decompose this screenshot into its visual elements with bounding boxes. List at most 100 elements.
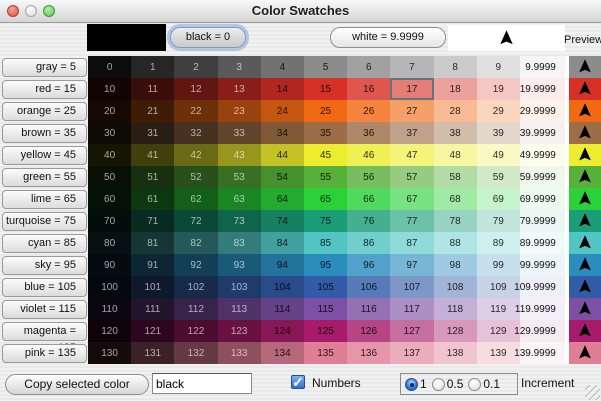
swatch-cell-112[interactable]: 112 [174,298,217,320]
swatch-cell-61[interactable]: 61 [131,188,174,210]
title-bar[interactable]: Color Swatches [0,0,601,23]
swatch-cell-37[interactable]: 37 [390,122,433,144]
swatch-cell-91[interactable]: 91 [131,254,174,276]
swatch-cell-12[interactable]: 12 [174,78,217,100]
swatch-cell-139.9999[interactable]: 139.9999 [520,342,565,364]
swatch-cell-89[interactable]: 89 [477,232,520,254]
swatch-cell-52[interactable]: 52 [174,166,217,188]
copy-selected-color-button[interactable]: Copy selected color [5,374,149,395]
swatch-cell-119[interactable]: 119 [477,298,520,320]
swatch-cell-58[interactable]: 58 [434,166,477,188]
swatch-cell-84[interactable]: 84 [261,232,304,254]
swatch-cell-47[interactable]: 47 [390,144,433,166]
swatch-cell-128[interactable]: 128 [434,320,477,342]
swatch-cell-16[interactable]: 16 [347,78,390,100]
swatch-cell-4[interactable]: 4 [261,56,304,78]
swatch-cell-98[interactable]: 98 [434,254,477,276]
swatch-cell-96[interactable]: 96 [347,254,390,276]
swatch-cell-22[interactable]: 22 [174,100,217,122]
swatch-cell-80[interactable]: 80 [88,232,131,254]
swatch-cell-83[interactable]: 83 [218,232,261,254]
swatch-cell-60[interactable]: 60 [88,188,131,210]
hue-button-magenta[interactable]: magenta = 125 [2,322,87,341]
swatch-cell-14[interactable]: 14 [261,78,304,100]
swatch-cell-62[interactable]: 62 [174,188,217,210]
swatch-cell-18[interactable]: 18 [434,78,477,100]
swatch-cell-41[interactable]: 41 [131,144,174,166]
swatch-cell-133[interactable]: 133 [218,342,261,364]
swatch-cell-132[interactable]: 132 [174,342,217,364]
swatch-cell-102[interactable]: 102 [174,276,217,298]
swatch-cell-34[interactable]: 34 [261,122,304,144]
swatch-cell-67[interactable]: 67 [390,188,433,210]
swatch-cell-19[interactable]: 19 [477,78,520,100]
hue-button-violet[interactable]: violet = 115 [2,300,87,319]
swatch-cell-90[interactable]: 90 [88,254,131,276]
swatch-cell-5[interactable]: 5 [304,56,347,78]
swatch-cell-24[interactable]: 24 [261,100,304,122]
swatch-cell-105[interactable]: 105 [304,276,347,298]
swatch-cell-82[interactable]: 82 [174,232,217,254]
hue-button-green[interactable]: green = 55 [2,168,87,187]
swatch-cell-124[interactable]: 124 [261,320,304,342]
swatch-cell-23[interactable]: 23 [218,100,261,122]
swatch-cell-115[interactable]: 115 [304,298,347,320]
swatch-cell-97[interactable]: 97 [390,254,433,276]
swatch-cell-31[interactable]: 31 [131,122,174,144]
swatch-cell-138[interactable]: 138 [434,342,477,364]
swatch-cell-56[interactable]: 56 [347,166,390,188]
black-button[interactable]: black = 0 [170,27,246,48]
swatch-cell-87[interactable]: 87 [390,232,433,254]
resize-grip[interactable] [585,385,600,400]
swatch-cell-51[interactable]: 51 [131,166,174,188]
swatch-cell-13[interactable]: 13 [218,78,261,100]
swatch-cell-9[interactable]: 9 [477,56,520,78]
swatch-cell-122[interactable]: 122 [174,320,217,342]
swatch-cell-50[interactable]: 50 [88,166,131,188]
swatch-cell-29[interactable]: 29 [477,100,520,122]
swatch-cell-9.9999[interactable]: 9.9999 [520,56,565,78]
selected-color-field[interactable] [152,373,252,394]
swatch-cell-64[interactable]: 64 [261,188,304,210]
swatch-cell-20[interactable]: 20 [88,100,131,122]
swatch-cell-26[interactable]: 26 [347,100,390,122]
swatch-cell-30[interactable]: 30 [88,122,131,144]
swatch-cell-19.9999[interactable]: 19.9999 [520,78,565,100]
swatch-cell-29.9999[interactable]: 29.9999 [520,100,565,122]
white-button[interactable]: white = 9.9999 [330,27,446,48]
swatch-cell-21[interactable]: 21 [131,100,174,122]
swatch-cell-71[interactable]: 71 [131,210,174,232]
swatch-cell-129.9999[interactable]: 129.9999 [520,320,565,342]
swatch-cell-118[interactable]: 118 [434,298,477,320]
swatch-cell-45[interactable]: 45 [304,144,347,166]
swatch-cell-43[interactable]: 43 [218,144,261,166]
swatch-cell-35[interactable]: 35 [304,122,347,144]
swatch-cell-95[interactable]: 95 [304,254,347,276]
swatch-cell-54[interactable]: 54 [261,166,304,188]
swatch-cell-86[interactable]: 86 [347,232,390,254]
swatch-cell-123[interactable]: 123 [218,320,261,342]
swatch-cell-70[interactable]: 70 [88,210,131,232]
swatch-cell-53[interactable]: 53 [218,166,261,188]
swatch-cell-92[interactable]: 92 [174,254,217,276]
swatch-cell-134[interactable]: 134 [261,342,304,364]
swatch-cell-63[interactable]: 63 [218,188,261,210]
swatch-cell-1[interactable]: 1 [131,56,174,78]
swatch-cell-101[interactable]: 101 [131,276,174,298]
swatch-cell-36[interactable]: 36 [347,122,390,144]
swatch-cell-75[interactable]: 75 [304,210,347,232]
swatch-cell-137[interactable]: 137 [390,342,433,364]
swatch-cell-136[interactable]: 136 [347,342,390,364]
swatch-cell-99.9999[interactable]: 99.9999 [520,254,565,276]
swatch-cell-116[interactable]: 116 [347,298,390,320]
swatch-cell-46[interactable]: 46 [347,144,390,166]
swatch-cell-38[interactable]: 38 [434,122,477,144]
swatch-cell-74[interactable]: 74 [261,210,304,232]
increment-radio-1[interactable] [405,378,418,391]
swatch-cell-88[interactable]: 88 [434,232,477,254]
hue-button-lime[interactable]: lime = 65 [2,190,87,209]
swatch-cell-25[interactable]: 25 [304,100,347,122]
swatch-cell-39[interactable]: 39 [477,122,520,144]
swatch-cell-42[interactable]: 42 [174,144,217,166]
swatch-cell-72[interactable]: 72 [174,210,217,232]
